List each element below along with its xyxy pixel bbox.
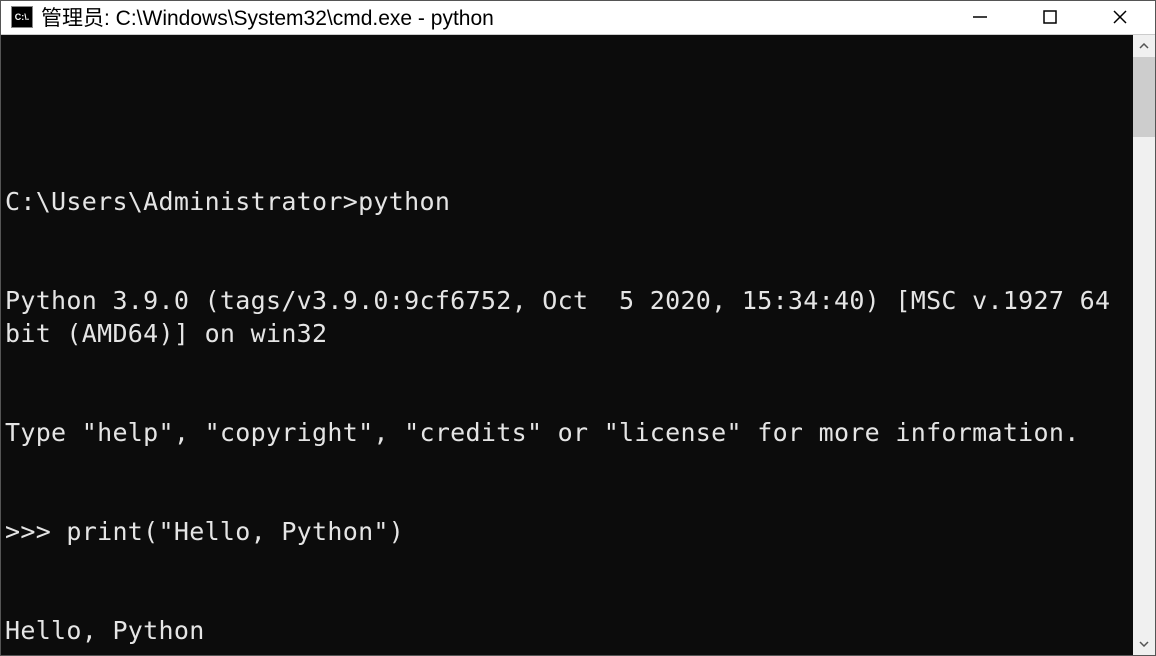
scrollbar[interactable] — [1133, 35, 1155, 655]
minimize-button[interactable] — [945, 1, 1015, 34]
scroll-down-arrow[interactable] — [1133, 633, 1155, 655]
terminal-line: Python 3.9.0 (tags/v3.9.0:9cf6752, Oct 5… — [5, 284, 1133, 350]
terminal[interactable]: C:\Users\Administrator>python Python 3.9… — [1, 35, 1133, 655]
terminal-line: Type "help", "copyright", "credits" or "… — [5, 416, 1133, 449]
window-title: 管理员: C:\Windows\System32\cmd.exe - pytho… — [41, 2, 945, 32]
scroll-thumb[interactable] — [1133, 57, 1155, 137]
minimize-icon — [971, 8, 989, 26]
scroll-track[interactable] — [1133, 57, 1155, 633]
terminal-line: Hello, Python — [5, 614, 1133, 647]
chevron-down-icon — [1139, 641, 1149, 647]
terminal-line: >>> print("Hello, Python") — [5, 515, 1133, 548]
window-controls — [945, 1, 1155, 34]
content-area: C:\Users\Administrator>python Python 3.9… — [1, 35, 1155, 655]
chevron-up-icon — [1139, 43, 1149, 49]
maximize-icon — [1041, 8, 1059, 26]
close-icon — [1111, 8, 1129, 26]
cmd-icon: C:\. — [11, 6, 33, 28]
maximize-button[interactable] — [1015, 1, 1085, 34]
cmd-icon-text: C:\. — [15, 12, 30, 22]
titlebar[interactable]: C:\. 管理员: C:\Windows\System32\cmd.exe - … — [1, 1, 1155, 35]
terminal-line: C:\Users\Administrator>python — [5, 185, 1133, 218]
scroll-up-arrow[interactable] — [1133, 35, 1155, 57]
cmd-window: C:\. 管理员: C:\Windows\System32\cmd.exe - … — [0, 0, 1156, 656]
close-button[interactable] — [1085, 1, 1155, 34]
